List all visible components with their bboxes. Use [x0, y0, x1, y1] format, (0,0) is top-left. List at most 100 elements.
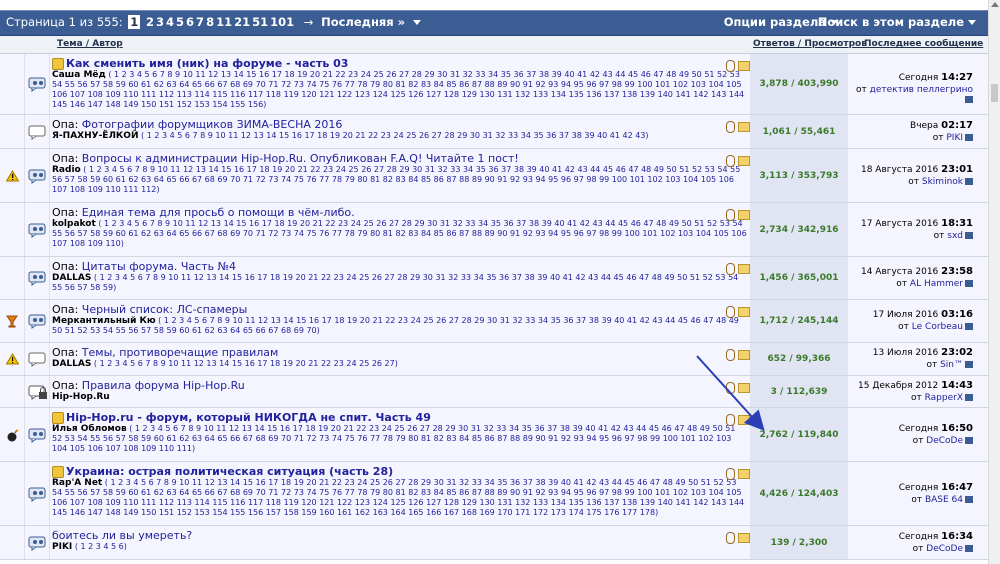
pagination-page-link[interactable]: 8 — [206, 15, 214, 29]
thread-row[interactable]: Опа: Единая тема для просьб о помощи в ч… — [0, 203, 988, 257]
thread-title-cell: Опа: Черный список: ЛС-спамеры Меркантиль… — [50, 300, 750, 342]
thread-title-link[interactable]: Hip-Hop.ru - форум, который НИКОГДА не с… — [66, 411, 431, 424]
pagination-page-link[interactable]: 7 — [196, 15, 204, 29]
sort-by-replies-link[interactable]: Ответов / Просмотров — [753, 39, 867, 49]
last-post-date-text: Сегодня — [898, 73, 939, 83]
last-post-user-link[interactable]: AL Hammer — [910, 279, 963, 289]
thread-title-link[interactable]: Правила форума Hip-Hop.Ru — [82, 379, 245, 392]
thread-title: Hip-Hop.ru - форум, который НИКОГДА не с… — [52, 411, 431, 424]
thread-title-link[interactable]: Как сменить имя (ник) на форуме - часть … — [66, 57, 348, 70]
thread-title-link[interactable]: Единая тема для просьб о помощи в чём-ли… — [82, 206, 355, 219]
thread-icon-cell — [25, 408, 50, 461]
thread-author[interactable]: Я-ПАХНУ-ЁЛКОЙ — [52, 131, 138, 141]
thread-page-links[interactable]: ( 1 2 3 4 5 6 7 8 9 10 11 12 13 14 15 16… — [52, 219, 747, 248]
thread-row[interactable]: Опа: Черный список: ЛС-спамеры Меркантиль… — [0, 300, 988, 343]
pagination-page-link[interactable]: 3 — [156, 15, 164, 29]
last-post-user-link[interactable]: Sin™ — [940, 360, 963, 370]
attachment-icon — [726, 60, 735, 72]
thread-row[interactable]: Опа: Вопросы к администрации Hip-Hop.Ru.… — [0, 149, 988, 203]
thread-author[interactable]: kolpakot — [52, 219, 96, 229]
last-post-user-link[interactable]: детектив пеллегрино — [870, 85, 973, 95]
thread-row[interactable]: Hip-Hop.ru - форум, который НИКОГДА не с… — [0, 408, 988, 462]
thread-title-link[interactable]: Украина: острая политическая ситуация (ч… — [66, 465, 393, 478]
sort-by-topic-link[interactable]: Тема / Автор — [57, 39, 123, 49]
thread-page-links[interactable]: ( 1 2 3 4 5 6 7 8 9 10 11 12 13 14 15 16… — [141, 131, 649, 140]
last-post-date: Вчера 02:17 — [849, 120, 973, 131]
thread-title-link[interactable]: Темы, противоречащие правилам — [82, 346, 279, 359]
go-to-last-post-icon[interactable] — [965, 394, 973, 401]
scroll-up-icon[interactable] — [991, 2, 999, 7]
thread-title-link[interactable]: Цитаты форума. Часть №4 — [82, 260, 236, 273]
thread-page-links[interactable]: ( 1 2 3 4 5 6) — [75, 542, 127, 551]
pagination-page-link[interactable]: 2 — [146, 15, 154, 29]
thread-page-links[interactable]: ( 1 2 3 4 5 6 7 8 9 10 11 12 13 14 15 16… — [94, 359, 398, 368]
thread-status-cell — [0, 257, 25, 299]
thread-row[interactable]: Украина: острая политическая ситуация (ч… — [0, 462, 988, 526]
pagination-page-link[interactable]: 11 — [216, 15, 232, 29]
go-to-last-post-icon[interactable] — [965, 232, 973, 239]
attachment-icon — [726, 209, 735, 221]
thread-author[interactable]: PIKI — [52, 542, 72, 552]
last-post-user-link[interactable]: RapperX — [925, 393, 963, 403]
pagination-page-link[interactable]: 4 — [166, 15, 174, 29]
go-to-last-post-icon[interactable] — [965, 134, 973, 141]
thread-page-links[interactable]: ( 1 2 3 4 5 6 7 8 9 10 11 12 13 14 15 16… — [52, 316, 739, 335]
thread-author[interactable]: Меркантильный Кю — [52, 316, 156, 326]
thread-author[interactable]: DALLAS — [52, 273, 91, 283]
thread-page-links[interactable]: ( 1 2 3 4 5 6 7 8 9 10 11 12 13 14 15 16… — [52, 273, 738, 292]
last-post-user-link[interactable]: PIKI — [946, 133, 963, 143]
last-post-user-link[interactable]: Skiminok — [922, 177, 963, 187]
pagination-page-link[interactable]: 101 — [270, 15, 294, 29]
last-post-user-link[interactable]: sxd — [947, 231, 963, 241]
thread-prefix: Опа: — [52, 152, 79, 165]
thread-row[interactable]: Опа: Цитаты форума. Часть №4 DALLAS ( 1 2… — [0, 257, 988, 300]
thread-title-link[interactable]: Фотографии форумщиков ЗИМА-ВЕСНА 2016 — [82, 118, 343, 131]
go-to-last-post-icon[interactable] — [965, 361, 973, 368]
thread-row[interactable]: боитесь ли вы умереть? PIKI ( 1 2 3 4 5 6… — [0, 526, 988, 560]
thread-author[interactable]: Rap'A Net — [52, 478, 102, 488]
pagination-last-button[interactable]: Последняя » — [321, 15, 405, 29]
thread-title-link[interactable]: Черный список: ЛС-спамеры — [82, 303, 247, 316]
thread-author[interactable]: Илья Обломов — [52, 424, 127, 434]
thread-row[interactable]: Как сменить имя (ник) на форуме - часть … — [0, 54, 988, 115]
thread-title-link[interactable]: Вопросы к администрации Hip-Hop.Ru. Опуб… — [82, 152, 519, 165]
sort-by-last-post-link[interactable]: Последнее сообщение — [864, 39, 983, 49]
thread-author[interactable]: Hip-Hop.Ru — [52, 392, 110, 402]
thread-author[interactable]: Саша Мёд — [52, 70, 106, 80]
last-post-user-link[interactable]: DeCoDe — [926, 544, 963, 554]
last-post-user-link[interactable]: DeCoDe — [926, 436, 963, 446]
pagination-page-link[interactable]: 5 — [176, 15, 184, 29]
go-to-last-post-icon[interactable] — [965, 323, 973, 330]
go-to-last-post-icon[interactable] — [965, 437, 973, 444]
thread-prefix: Опа: — [52, 206, 79, 219]
go-to-last-post-icon[interactable] — [965, 178, 973, 185]
go-to-last-post-icon[interactable] — [965, 496, 973, 503]
thread-title-link[interactable]: боитесь ли вы умереть? — [52, 529, 192, 542]
last-post-user-link[interactable]: BASE 64 — [925, 495, 963, 505]
section-search-menu[interactable]: Поиск в этом разделе — [818, 15, 976, 29]
go-to-last-post-icon[interactable] — [965, 96, 973, 103]
thread-page-links[interactable]: ( 1 2 3 4 5 6 7 8 9 10 11 12 13 14 15 16… — [52, 165, 740, 194]
last-post-user-link[interactable]: Le Corbeau — [912, 322, 963, 332]
thread-author[interactable]: DALLAS — [52, 359, 91, 369]
thread-page-links[interactable]: ( 1 2 3 4 5 6 7 8 9 10 11 12 13 14 15 16… — [52, 478, 744, 517]
pagination-page-link[interactable]: 21 — [234, 15, 250, 29]
chevron-down-icon[interactable] — [412, 20, 421, 25]
go-to-last-post-icon[interactable] — [965, 545, 973, 552]
scrollbar[interactable] — [988, 0, 1000, 564]
scrollbar-thumb[interactable] — [991, 84, 998, 102]
last-post-date: Сегодня 16:34 — [849, 531, 973, 542]
hot-thread-icon — [28, 270, 48, 289]
thread-page-links[interactable]: ( 1 2 3 4 5 6 7 8 9 10 11 12 13 14 15 16… — [52, 70, 744, 109]
pagination-page-link[interactable]: 6 — [186, 15, 194, 29]
thread-row[interactable]: Опа: Фотографии форумщиков ЗИМА-ВЕСНА 20… — [0, 115, 988, 149]
last-post-cell: Сегодня 14:27 от детектив пеллегрино — [849, 54, 977, 114]
thread-icon-cell — [25, 526, 50, 559]
thread-row[interactable]: Опа: Правила форума Hip-Hop.Ru Hip-Hop.Ru… — [0, 376, 988, 408]
pagination-page-link[interactable]: 51 — [252, 15, 268, 29]
thread-status-cell — [0, 526, 25, 559]
go-to-last-post-icon[interactable] — [965, 280, 973, 287]
thread-row[interactable]: Опа: Темы, противоречащие правилам DALLAS… — [0, 343, 988, 376]
thread-author[interactable]: Radio — [52, 165, 81, 175]
thread-page-links[interactable]: ( 1 2 3 4 5 6 7 8 9 10 11 12 13 14 15 16… — [52, 424, 735, 453]
